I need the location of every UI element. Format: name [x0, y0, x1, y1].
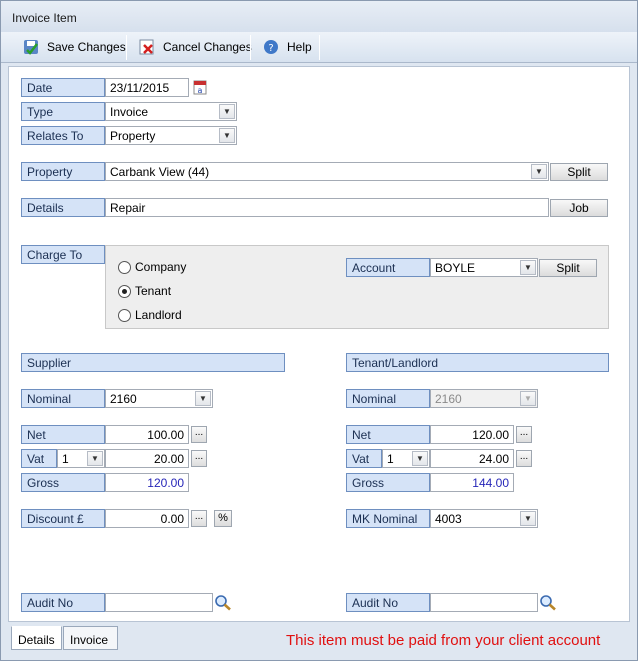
supplier-audit-label: Audit No [21, 593, 105, 612]
details-label: Details [21, 198, 105, 217]
supplier-audit-input[interactable] [105, 593, 213, 612]
supplier-vat-code: 1 [62, 452, 69, 466]
property-split-button[interactable]: Split [550, 163, 608, 181]
save-changes-label: Save Changes [47, 40, 126, 54]
charge-to-label: Charge To [21, 245, 105, 264]
mk-nominal-label: MK Nominal [346, 509, 430, 528]
details-input[interactable]: Repair [105, 198, 549, 217]
relates-to-label: Relates To [21, 126, 105, 145]
tenant-nominal-select: 2160 ▼ [430, 389, 538, 408]
discount-label: Discount £ [21, 509, 105, 528]
radio-landlord[interactable]: Landlord [118, 308, 182, 322]
relates-to-select[interactable]: Property ▼ [105, 126, 237, 145]
chevron-down-icon[interactable]: ▼ [520, 260, 536, 275]
account-label: Account [346, 258, 430, 277]
supplier-nominal-select[interactable]: 2160 ▼ [105, 389, 213, 408]
help-button[interactable]: ? Help [257, 32, 318, 62]
radio-tenant-label: Tenant [135, 284, 172, 298]
tenant-landlord-header: Tenant/Landlord [346, 353, 609, 372]
supplier-audit-search-icon[interactable] [214, 594, 232, 611]
tenant-nominal-value: 2160 [435, 392, 462, 406]
supplier-nominal-value: 2160 [110, 392, 137, 406]
radio-circle-selected[interactable] [118, 284, 131, 298]
type-select[interactable]: Invoice ▼ [105, 102, 237, 121]
supplier-nominal-label: Nominal [21, 389, 105, 408]
tenant-net-ellipsis-button[interactable]: ... [516, 426, 532, 443]
supplier-header: Supplier [21, 353, 285, 372]
cancel-changes-label: Cancel Changes [163, 40, 252, 54]
chevron-down-icon[interactable]: ▼ [87, 451, 103, 466]
client-account-warning: This item must be paid from your client … [286, 632, 601, 649]
type-value: Invoice [110, 105, 149, 119]
radio-tenant[interactable]: Tenant [118, 284, 171, 298]
supplier-vat-input[interactable]: 20.00 [105, 449, 189, 468]
tenant-audit-search-icon[interactable] [539, 594, 557, 611]
supplier-net-label: Net [21, 425, 105, 444]
discount-ellipsis-button[interactable]: ... [191, 510, 207, 527]
tenant-vat-label: Vat [346, 449, 382, 468]
tenant-vat-code: 1 [387, 452, 394, 466]
radio-company-label: Company [135, 260, 187, 274]
chevron-down-icon: ▼ [520, 391, 536, 406]
discount-input[interactable]: 0.00 [105, 509, 189, 528]
chevron-down-icon[interactable]: ▼ [520, 511, 536, 526]
supplier-net-ellipsis-button[interactable]: ... [191, 426, 207, 443]
svg-text:a: a [198, 86, 203, 95]
radio-landlord-label: Landlord [135, 308, 182, 322]
account-split-button[interactable]: Split [539, 259, 597, 277]
supplier-vat-label: Vat [21, 449, 57, 468]
details-panel: Date 23/11/2015 a Type Invoice ▼ Relates… [8, 66, 630, 622]
tenant-vat-code-select[interactable]: 1 ▼ [382, 449, 430, 468]
date-label: Date [21, 78, 105, 97]
radio-circle[interactable] [118, 308, 131, 322]
date-field[interactable]: 23/11/2015 [105, 78, 189, 97]
chevron-down-icon[interactable]: ▼ [195, 391, 211, 406]
mk-nominal-value: 4003 [435, 512, 462, 526]
toolbar: Save Changes Cancel Changes ? Help [1, 32, 637, 63]
supplier-vat-ellipsis-button[interactable]: ... [191, 450, 207, 467]
account-value: BOYLE [435, 261, 476, 275]
tenant-net-input[interactable]: 120.00 [430, 425, 514, 444]
chevron-down-icon[interactable]: ▼ [412, 451, 428, 466]
relates-to-value: Property [110, 129, 156, 143]
radio-circle[interactable] [118, 260, 131, 274]
mk-nominal-select[interactable]: 4003 ▼ [430, 509, 538, 528]
tenant-vat-input[interactable]: 24.00 [430, 449, 514, 468]
property-label: Property [21, 162, 105, 181]
property-value: Carbank View (44) [110, 165, 210, 179]
cancel-icon [139, 39, 154, 55]
tenant-gross-label: Gross [346, 473, 430, 492]
tenant-net-label: Net [346, 425, 430, 444]
tenant-audit-input[interactable] [430, 593, 538, 612]
supplier-gross-label: Gross [21, 473, 105, 492]
cancel-changes-button[interactable]: Cancel Changes [133, 32, 258, 62]
save-changes-button[interactable]: Save Changes [17, 32, 132, 62]
tenant-vat-ellipsis-button[interactable]: ... [516, 450, 532, 467]
type-label: Type [21, 102, 105, 121]
property-select[interactable]: Carbank View (44) ▼ [105, 162, 549, 181]
save-icon [24, 40, 38, 55]
chevron-down-icon[interactable]: ▼ [531, 164, 547, 179]
supplier-gross-value: 120.00 [105, 473, 189, 492]
svg-text:?: ? [268, 43, 273, 54]
tenant-nominal-label: Nominal [346, 389, 430, 408]
help-label: Help [287, 40, 312, 54]
supplier-net-input[interactable]: 100.00 [105, 425, 189, 444]
percent-button[interactable]: % [214, 510, 232, 527]
invoice-item-window: Invoice Item Save Changes Cancel Changes… [0, 0, 638, 661]
tenant-audit-label: Audit No [346, 593, 430, 612]
radio-company[interactable]: Company [118, 260, 186, 274]
job-button[interactable]: Job [550, 199, 608, 217]
chevron-down-icon[interactable]: ▼ [219, 104, 235, 119]
chevron-down-icon[interactable]: ▼ [219, 128, 235, 143]
supplier-vat-code-select[interactable]: 1 ▼ [57, 449, 105, 468]
tab-details[interactable]: Details [11, 626, 62, 650]
tenant-gross-value: 144.00 [430, 473, 514, 492]
window-title: Invoice Item [1, 1, 637, 32]
tab-invoice[interactable]: Invoice [63, 626, 118, 650]
account-select[interactable]: BOYLE ▼ [430, 258, 538, 277]
help-icon: ? [264, 40, 278, 54]
calendar-icon[interactable]: a [193, 79, 207, 95]
